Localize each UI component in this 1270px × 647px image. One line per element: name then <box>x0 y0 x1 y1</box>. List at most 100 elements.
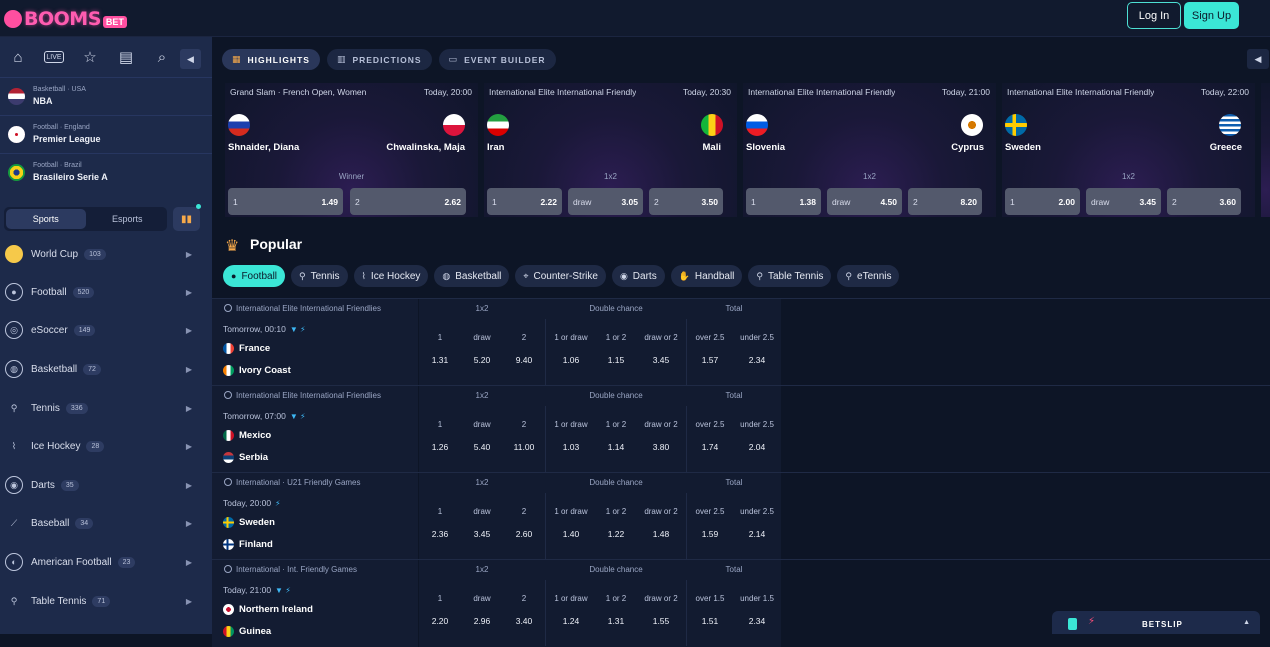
tab-event-builder[interactable]: ▭ EVENT BUILDER <box>438 49 556 70</box>
odd-value[interactable]: 1.14 <box>595 442 637 452</box>
odd-value[interactable]: 2.36 <box>419 529 461 539</box>
odd-button[interactable]: 2 8.20 <box>908 188 982 215</box>
odd-value[interactable]: 1.40 <box>547 529 595 539</box>
sidebar-item-basketball[interactable]: ◍ Basketball 72 ▶ <box>0 350 212 388</box>
odd-key: 2 <box>654 196 659 207</box>
odd-value[interactable]: 2.96 <box>461 616 503 626</box>
odd-value[interactable]: 2.20 <box>419 616 461 626</box>
odd-value[interactable]: 1.51 <box>687 616 733 626</box>
odd-value[interactable]: 5.40 <box>461 442 503 452</box>
signup-button[interactable]: Sign Up <box>1184 2 1239 29</box>
sidebar-item-ice-hockey[interactable]: ⌇ Ice Hockey 28 ▶ <box>0 427 212 465</box>
event-row[interactable]: International · U21 Friendly Games Today… <box>212 472 1270 560</box>
market-header: 1x2 <box>475 304 489 313</box>
star-icon[interactable]: ☆ <box>72 42 108 72</box>
chevron-right-icon: ▶ <box>185 364 192 374</box>
chip-basketball[interactable]: ◍ Basketball <box>434 265 510 287</box>
favorite-league-brasileiro[interactable]: Football · Brazil Brasileiro Serie A <box>0 153 212 191</box>
sidebar-item-football[interactable]: ● Football 520 ▶ <box>0 273 212 311</box>
live-icon[interactable]: LIVE <box>44 51 64 63</box>
sidebar-item-american-football[interactable]: ◐ American Football 23 ▶ <box>0 543 212 581</box>
odd-button[interactable]: 2 3.60 <box>1167 188 1241 215</box>
odd-value[interactable]: 9.40 <box>503 355 545 365</box>
odd-value[interactable]: 2.34 <box>733 616 781 626</box>
divider <box>545 580 546 646</box>
odd-value[interactable]: 3.40 <box>503 616 545 626</box>
odd-button[interactable]: 2 2.62 <box>350 188 466 215</box>
crown-icon: ♛ <box>225 238 240 255</box>
highlight-card-partial[interactable] <box>1261 83 1270 217</box>
chip-etennis[interactable]: ⚲ eTennis <box>837 265 900 287</box>
highlight-card[interactable]: International Elite International Friend… <box>484 83 737 217</box>
highlight-card[interactable]: International Elite International Friend… <box>743 83 996 217</box>
home-icon[interactable]: ⌂ <box>0 42 36 72</box>
sidebar-collapse-button[interactable]: ◀ <box>180 49 201 69</box>
stats-icon[interactable]: ▮▮ <box>173 207 200 231</box>
odd-button[interactable]: 1 1.38 <box>746 188 821 215</box>
chip-darts[interactable]: ◉ Darts <box>611 265 665 287</box>
sidebar-item-darts[interactable]: ◉ Darts 35 ▶ <box>0 466 212 504</box>
highlight-card[interactable]: International Elite International Friend… <box>1002 83 1255 217</box>
odd-value[interactable]: 3.45 <box>637 355 685 365</box>
odd-value[interactable]: 1.03 <box>547 442 595 452</box>
highlight-card[interactable]: Grand Slam · French Open, Women Today, 20… <box>225 83 478 217</box>
poland-flag-icon <box>443 114 465 136</box>
odd-value[interactable]: 1.26 <box>419 442 461 452</box>
odd-value[interactable]: 1.31 <box>595 616 637 626</box>
odd-value[interactable]: 2.14 <box>733 529 781 539</box>
sidebar-item-baseball[interactable]: ⟋ Baseball 34 ▶ <box>0 504 212 542</box>
odd-value[interactable]: 1.74 <box>687 442 733 452</box>
chip-table-tennis[interactable]: ⚲ Table Tennis <box>748 265 832 287</box>
odd-button[interactable]: 1 2.22 <box>487 188 562 215</box>
odd-value: 2.22 <box>540 196 557 207</box>
event-row[interactable]: International Elite International Friend… <box>212 385 1270 473</box>
sidebar-item-world-cup[interactable]: World Cup 103 ▶ <box>0 235 212 273</box>
odd-button[interactable]: 2 3.50 <box>649 188 723 215</box>
logo[interactable]: BOOMS BET <box>4 6 127 32</box>
sidebar-item-esoccer[interactable]: ◎ eSoccer 149 ▶ <box>0 311 212 349</box>
chip-football[interactable]: ● Football <box>223 265 286 287</box>
odd-value[interactable]: 1.57 <box>687 355 733 365</box>
betslip-bar[interactable]: ⚡ BETSLIP ▲ <box>1052 611 1260 634</box>
odd-button[interactable]: draw 3.45 <box>1086 188 1161 215</box>
favorite-league-premier-league[interactable]: Football · England Premier League <box>0 115 212 153</box>
search-icon[interactable]: ⌕ <box>144 42 180 72</box>
favorite-league-nba[interactable]: Basketball · USA NBA <box>0 77 212 115</box>
tab-highlights[interactable]: ▦ HIGHLIGHTS <box>222 49 320 70</box>
tab-label: EVENT BUILDER <box>464 54 546 65</box>
odd-value[interactable]: 2.04 <box>733 442 781 452</box>
odd-value[interactable]: 5.20 <box>461 355 503 365</box>
chip-counter-strike[interactable]: ⌖ Counter-Strike <box>515 265 606 287</box>
odd-button[interactable]: draw 3.05 <box>568 188 643 215</box>
login-button[interactable]: Log In <box>1127 2 1181 29</box>
odd-button[interactable]: draw 4.50 <box>827 188 902 215</box>
odd-label: 1 or draw <box>554 333 588 342</box>
chip-ice-hockey[interactable]: ⌇ Ice Hockey <box>353 265 429 287</box>
odd-value[interactable]: 1.22 <box>595 529 637 539</box>
sidebar-item-table-tennis[interactable]: ⚲ Table Tennis 71 ▶ <box>0 582 212 620</box>
odd-value[interactable]: 11.00 <box>503 442 545 452</box>
tab-predictions[interactable]: ▥ PREDICTIONS <box>326 49 432 70</box>
esports-tab[interactable]: Esports <box>88 207 168 231</box>
chip-tennis[interactable]: ⚲ Tennis <box>291 265 348 287</box>
odd-value[interactable]: 3.45 <box>461 529 503 539</box>
odd-label: 2 <box>521 420 527 429</box>
chip-handball[interactable]: ✋ Handball <box>670 265 743 287</box>
odd-value[interactable]: 3.80 <box>637 442 685 452</box>
odd-value[interactable]: 2.60 <box>503 529 545 539</box>
event-row[interactable]: International Elite International Friend… <box>212 298 1270 386</box>
odd-value[interactable]: 1.06 <box>547 355 595 365</box>
highlights-scroll-left-button[interactable]: ◀ <box>1247 49 1269 69</box>
sports-tab[interactable]: Sports <box>6 209 86 229</box>
odd-value[interactable]: 1.55 <box>637 616 685 626</box>
odd-button[interactable]: 1 1.49 <box>228 188 343 215</box>
sidebar-item-tennis[interactable]: ⚲ Tennis 336 ▶ <box>0 389 212 427</box>
odd-value[interactable]: 1.48 <box>637 529 685 539</box>
odd-button[interactable]: 1 2.00 <box>1005 188 1080 215</box>
odd-value[interactable]: 1.59 <box>687 529 733 539</box>
odd-value[interactable]: 1.24 <box>547 616 595 626</box>
betslip-history-icon[interactable]: ▤ <box>108 42 144 72</box>
odd-value[interactable]: 1.31 <box>419 355 461 365</box>
odd-value[interactable]: 1.15 <box>595 355 637 365</box>
odd-value[interactable]: 2.34 <box>733 355 781 365</box>
